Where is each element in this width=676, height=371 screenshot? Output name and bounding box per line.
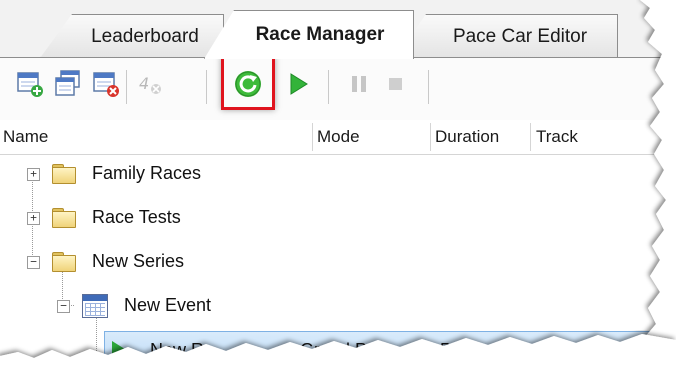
race-name-cell: New Ra — [150, 340, 215, 360]
toolbar-separator — [126, 70, 127, 104]
tab-race-manager[interactable]: Race Manager — [204, 10, 414, 59]
expand-icon[interactable]: + — [27, 212, 40, 225]
race-manager-window: Leaderboard Pace Car Editor Race Manager — [0, 0, 676, 371]
copy-race-button[interactable] — [52, 68, 84, 100]
pause-icon — [352, 76, 366, 92]
column-divider[interactable] — [430, 123, 431, 151]
new-race-button[interactable] — [14, 68, 46, 100]
folder-icon — [52, 252, 76, 272]
copy-race-icon — [55, 70, 80, 96]
column-name[interactable]: Name — [0, 120, 48, 154]
highlight-box — [221, 56, 275, 110]
play-icon — [290, 73, 308, 95]
tree-item-label: Race Tests — [92, 207, 181, 227]
tree-item-label: Family Races — [92, 163, 202, 183]
tree-item-race-tests[interactable]: + Race Tests — [0, 199, 676, 243]
column-mode[interactable]: Mode — [314, 120, 360, 154]
tab-pace-car-editor[interactable]: Pace Car Editor — [396, 14, 618, 58]
folder-icon — [52, 164, 76, 184]
toolbar-separator — [206, 70, 207, 104]
clear-button[interactable]: 4 — [134, 68, 166, 100]
stop-button[interactable] — [380, 68, 412, 100]
tree-item-new-series[interactable]: − New Series — [0, 243, 676, 287]
collapse-icon[interactable]: − — [57, 300, 70, 313]
column-divider[interactable] — [530, 123, 531, 151]
play-icon — [112, 341, 128, 361]
toolbar-separator — [428, 70, 429, 104]
clear-icon: 4 — [139, 74, 161, 94]
column-duration[interactable]: Duration — [432, 120, 499, 154]
new-race-icon — [17, 72, 43, 97]
delete-race-button[interactable] — [90, 68, 122, 100]
race-track-cell: Large Ov — [540, 340, 615, 360]
race-duration-cell: 5 — [440, 340, 451, 360]
tree-item-family-races[interactable]: + Family Races — [0, 155, 676, 199]
column-header: Name Mode Duration Track — [0, 120, 676, 155]
pause-button[interactable] — [344, 68, 376, 100]
calendar-icon — [82, 294, 108, 318]
tree-item-label: New Series — [92, 251, 185, 271]
svg-text:4: 4 — [139, 74, 149, 93]
toolbar-separator — [328, 70, 329, 104]
column-divider[interactable] — [312, 123, 313, 151]
race-mode-cell: Grand Prix — [300, 340, 387, 360]
tab-bar: Leaderboard Pace Car Editor Race Manager — [0, 0, 676, 59]
play-button[interactable] — [282, 68, 314, 100]
tree-item-new-event[interactable]: − New Event — [0, 287, 676, 331]
collapse-icon[interactable]: − — [27, 256, 40, 269]
toolbar: 4 — [0, 58, 676, 121]
tree-item-label: New Event — [124, 295, 212, 315]
tab-leaderboard[interactable]: Leaderboard — [40, 14, 224, 58]
delete-race-icon — [93, 72, 119, 97]
folder-icon — [52, 208, 76, 228]
column-track[interactable]: Track — [533, 120, 578, 154]
expand-icon[interactable]: + — [27, 168, 40, 181]
stop-icon — [389, 78, 402, 90]
